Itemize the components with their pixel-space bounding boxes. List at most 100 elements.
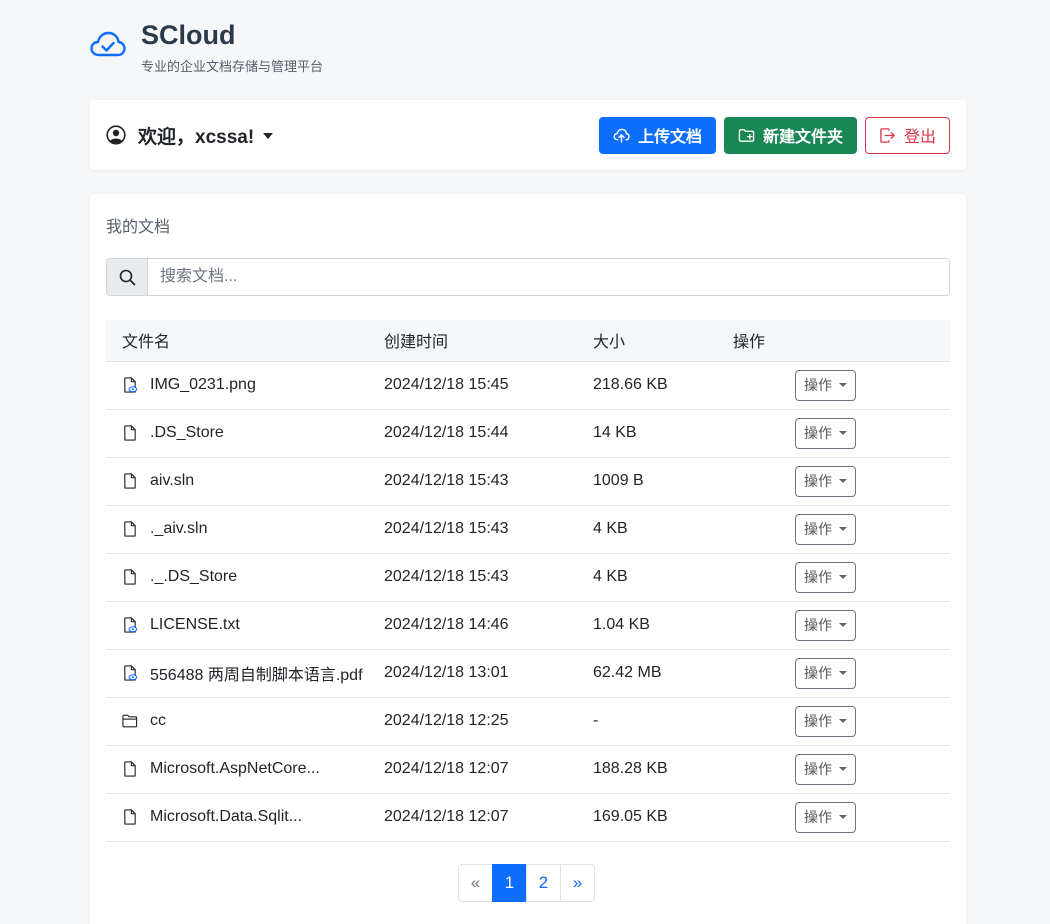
actions-dropdown-button[interactable]: 操作 — [795, 609, 856, 641]
file-name[interactable]: cc — [150, 712, 166, 730]
brand: SCloud 专业的企业文档存储与管理平台 — [90, 18, 323, 75]
actions-label: 操作 — [804, 521, 832, 537]
file-name[interactable]: ._aiv.sln — [150, 520, 208, 538]
actions-dropdown-button[interactable]: 操作 — [795, 561, 856, 593]
file-preview-icon — [124, 665, 138, 681]
upload-button[interactable]: 上传文档 — [598, 116, 716, 154]
actions-dropdown-button[interactable]: 操作 — [795, 513, 856, 545]
user-circle-icon — [106, 125, 126, 145]
file-size: 218.66 KB — [593, 376, 668, 393]
welcome-text: 欢迎，xcssa! — [138, 126, 255, 148]
actions-dropdown-button[interactable]: 操作 — [795, 465, 856, 497]
page-2[interactable]: 2 — [526, 864, 561, 902]
folder-plus-icon — [738, 128, 755, 142]
file-image-icon — [124, 377, 138, 393]
caret-down-icon — [839, 815, 847, 819]
new-folder-label: 新建文件夹 — [762, 129, 843, 146]
created-time: 2024/12/18 12:25 — [384, 712, 509, 729]
actions-dropdown-button[interactable]: 操作 — [795, 801, 856, 833]
table-row[interactable]: ._aiv.sln 2024/12/18 15:43 4 KB 操作 — [106, 505, 950, 553]
actions-label: 操作 — [804, 713, 832, 729]
new-folder-button[interactable]: 新建文件夹 — [723, 116, 857, 154]
actions-label: 操作 — [804, 377, 832, 393]
actions-dropdown-button[interactable]: 操作 — [795, 657, 856, 689]
top-bar: 欢迎，xcssa! 上传文档 新建文件夹 登出 — [90, 100, 966, 170]
card-title: 我的文档 — [106, 219, 171, 236]
created-time: 2024/12/18 15:43 — [384, 520, 509, 537]
caret-down-icon — [839, 479, 847, 483]
file-size: 14 KB — [593, 424, 637, 441]
file-name[interactable]: LICENSE.txt — [150, 616, 240, 634]
table-row[interactable]: LICENSE.txt 2024/12/18 14:46 1.04 KB 操作 — [106, 601, 950, 649]
user-menu-toggle[interactable]: 欢迎，xcssa! — [106, 122, 274, 149]
logout-label: 登出 — [903, 129, 936, 146]
table-row[interactable]: Microsoft.Data.Sqlit... 2024/12/18 12:07 1… — [106, 793, 950, 841]
col-header-actions: 操作 — [733, 334, 766, 352]
app-subtitle: 专业的企业文档存储与管理平台 — [141, 59, 324, 74]
table-row[interactable]: Microsoft.AspNetCore... 2024/12/18 12:07 1… — [106, 745, 950, 793]
search-bar — [106, 258, 950, 296]
actions-label: 操作 — [804, 809, 832, 825]
file-size: 1.04 KB — [593, 616, 650, 633]
file-icon — [124, 425, 136, 441]
logout-button[interactable]: 登出 — [864, 116, 950, 154]
file-icon — [124, 521, 136, 537]
actions-label: 操作 — [804, 665, 832, 681]
actions-label: 操作 — [804, 569, 832, 585]
col-header-created: 创建时间 — [384, 334, 449, 352]
caret-down-icon — [839, 671, 847, 675]
file-name[interactable]: Microsoft.Data.Sqlit... — [150, 808, 302, 826]
file-name[interactable]: Microsoft.AspNetCore... — [150, 760, 320, 778]
file-icon — [124, 569, 136, 585]
actions-dropdown-button[interactable]: 操作 — [795, 369, 856, 401]
actions-dropdown-button[interactable]: 操作 — [795, 753, 856, 785]
table-header-row: 文件名 创建时间 大小 操作 — [106, 320, 950, 361]
file-name[interactable]: .DS_Store — [150, 424, 224, 442]
created-time: 2024/12/18 12:07 — [384, 760, 509, 777]
actions-dropdown-button[interactable]: 操作 — [795, 705, 856, 737]
search-input[interactable] — [148, 259, 949, 295]
caret-down-icon — [839, 623, 847, 627]
caret-down-icon — [839, 719, 847, 723]
caret-down-icon — [839, 575, 847, 579]
created-time: 2024/12/18 15:43 — [384, 568, 509, 585]
caret-down-icon — [839, 527, 847, 531]
table-row[interactable]: .DS_Store 2024/12/18 15:44 14 KB 操作 — [106, 409, 950, 457]
folder-icon — [122, 714, 138, 728]
file-name[interactable]: ._.DS_Store — [150, 568, 237, 586]
actions-label: 操作 — [804, 425, 832, 441]
table-row[interactable]: IMG_0231.png 2024/12/18 15:45 218.66 KB 操作 — [106, 361, 950, 409]
created-time: 2024/12/18 14:46 — [384, 616, 509, 633]
file-size: 1009 B — [593, 472, 644, 489]
created-time: 2024/12/18 15:44 — [384, 424, 509, 441]
actions-dropdown-button[interactable]: 操作 — [795, 417, 856, 449]
upload-label: 上传文档 — [637, 129, 702, 146]
file-size: - — [593, 712, 599, 729]
file-icon — [124, 809, 136, 825]
table-row[interactable]: cc 2024/12/18 12:25 - 操作 — [106, 697, 950, 745]
file-name[interactable]: aiv.sln — [150, 472, 194, 490]
actions-label: 操作 — [804, 473, 832, 489]
documents-table: 文件名 创建时间 大小 操作 IMG_0231.png 2024/12/18 15… — [106, 320, 950, 842]
col-header-name: 文件名 — [122, 334, 171, 352]
file-name[interactable]: 556488 两周自制脚本语言.pdf — [150, 661, 363, 685]
page-prev[interactable]: « — [458, 864, 493, 902]
file-name[interactable]: IMG_0231.png — [150, 376, 256, 394]
table-row[interactable]: aiv.sln 2024/12/18 15:43 1009 B 操作 — [106, 457, 950, 505]
created-time: 2024/12/18 15:45 — [384, 376, 509, 393]
file-size: 188.28 KB — [593, 760, 668, 777]
table-row[interactable]: ._.DS_Store 2024/12/18 15:43 4 KB 操作 — [106, 553, 950, 601]
col-header-size: 大小 — [593, 334, 626, 352]
file-icon — [124, 761, 136, 777]
cloud-check-icon — [90, 31, 126, 57]
table-row[interactable]: 556488 两周自制脚本语言.pdf 2024/12/18 13:01 62.42… — [106, 649, 950, 697]
file-size: 169.05 KB — [593, 808, 668, 825]
search-icon — [107, 259, 148, 295]
created-time: 2024/12/18 15:43 — [384, 472, 509, 489]
cloud-upload-icon — [613, 128, 630, 143]
logout-icon — [880, 127, 895, 143]
page-1[interactable]: 1 — [492, 864, 527, 902]
created-time: 2024/12/18 13:01 — [384, 664, 509, 681]
page-next[interactable]: » — [560, 864, 595, 902]
file-size: 4 KB — [593, 520, 628, 537]
